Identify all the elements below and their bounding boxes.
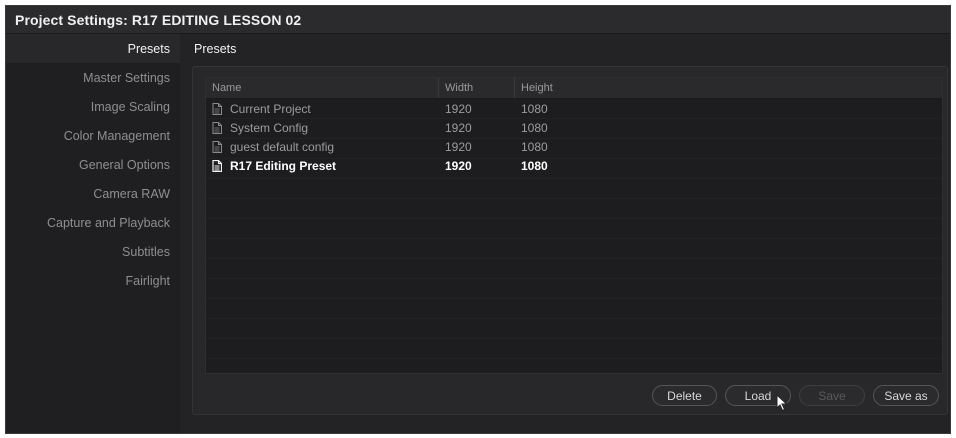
column-header-height[interactable]: Height — [515, 78, 591, 98]
title-bar: Project Settings: R17 EDITING LESSON 02 — [6, 6, 950, 34]
cell-name: Current Project — [206, 99, 439, 118]
document-icon — [212, 121, 222, 134]
preset-name: System Config — [230, 120, 309, 135]
sidebar-item-label: Image Scaling — [90, 99, 170, 114]
cell-height: 1080 — [521, 120, 548, 135]
table-row[interactable]: System Config 1920 1080 — [206, 118, 942, 137]
sidebar-item-label: General Options — [78, 157, 170, 172]
delete-button[interactable]: Delete — [652, 385, 717, 406]
cell-width: 1920 — [445, 101, 472, 116]
sidebar-item-label: Master Settings — [83, 70, 170, 85]
table-header: Name Width Height — [206, 78, 942, 99]
sidebar-item-label: Presets — [127, 41, 170, 56]
cell-name: R17 Editing Preset — [206, 156, 439, 175]
cell-height: 1080 — [521, 158, 548, 173]
column-header-name[interactable]: Name — [206, 78, 439, 98]
sidebar-item-color-management[interactable]: Color Management — [6, 121, 180, 150]
cell-name: System Config — [206, 118, 439, 137]
cell-width: 1920 — [445, 139, 472, 154]
preset-name: guest default config — [230, 139, 335, 154]
sidebar-item-label: Capture and Playback — [47, 215, 170, 230]
preset-name: R17 Editing Preset — [230, 158, 337, 173]
table-row-selected[interactable]: R17 Editing Preset 1920 1080 — [206, 156, 942, 175]
column-header-width[interactable]: Width — [439, 78, 515, 98]
document-icon — [212, 140, 222, 153]
save-as-button[interactable]: Save as — [873, 385, 939, 406]
document-icon — [212, 102, 222, 115]
presets-table: Name Width Height Current Project 1920 1… — [205, 77, 943, 374]
sidebar-item-presets[interactable]: Presets — [6, 34, 180, 63]
pointer-cursor-icon — [776, 394, 788, 412]
sidebar-item-image-scaling[interactable]: Image Scaling — [6, 92, 180, 121]
sidebar-item-label: Fairlight — [125, 273, 170, 288]
sidebar-item-camera-raw[interactable]: Camera RAW — [6, 179, 180, 208]
cell-width: 1920 — [445, 120, 472, 135]
preset-actions: Delete Load Save Save as — [652, 385, 939, 406]
panel-title: Presets — [194, 42, 237, 56]
sidebar-item-label: Color Management — [63, 128, 170, 143]
sidebar-item-master-settings[interactable]: Master Settings — [6, 63, 180, 92]
settings-sidebar: Presets Master Settings Image Scaling Co… — [6, 34, 180, 433]
sidebar-item-fairlight[interactable]: Fairlight — [6, 266, 180, 295]
window-title: Project Settings: R17 EDITING LESSON 02 — [15, 11, 302, 28]
sidebar-item-label: Subtitles — [122, 244, 170, 259]
preset-name: Current Project — [230, 101, 311, 116]
save-button[interactable]: Save — [799, 385, 865, 406]
sidebar-item-subtitles[interactable]: Subtitles — [6, 237, 180, 266]
sidebar-item-capture-and-playback[interactable]: Capture and Playback — [6, 208, 180, 237]
cell-name: guest default config — [206, 137, 439, 156]
cell-height: 1080 — [521, 139, 548, 154]
sidebar-item-label: Camera RAW — [93, 186, 170, 201]
presets-panel: Name Width Height Current Project 1920 1… — [192, 66, 948, 415]
cell-height: 1080 — [521, 101, 548, 116]
project-settings-window: Project Settings: R17 EDITING LESSON 02 … — [5, 5, 951, 434]
table-body: Current Project 1920 1080 System Config … — [206, 99, 942, 373]
table-row[interactable]: Current Project 1920 1080 — [206, 99, 942, 118]
sidebar-item-general-options[interactable]: General Options — [6, 150, 180, 179]
table-row[interactable]: guest default config 1920 1080 — [206, 137, 942, 156]
document-icon — [212, 159, 222, 172]
cell-width: 1920 — [445, 158, 472, 173]
